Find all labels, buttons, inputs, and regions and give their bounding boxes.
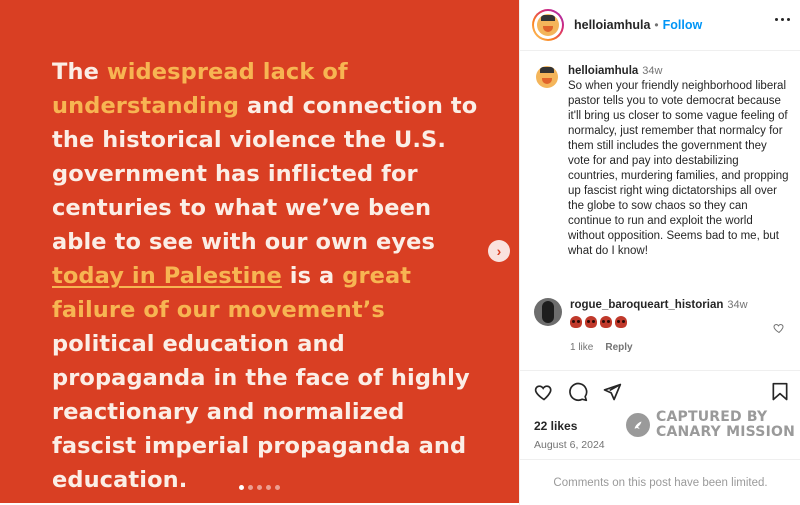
caption-text: So when your friendly neighborhood liber… bbox=[568, 80, 789, 257]
comment-text bbox=[570, 316, 748, 328]
caption-username[interactable]: helloiamhula bbox=[568, 65, 638, 77]
caption-time[interactable]: 34w bbox=[642, 65, 662, 77]
carousel-next-button[interactable]: › bbox=[488, 240, 510, 262]
carousel-dot bbox=[266, 485, 271, 490]
reply-button[interactable]: Reply bbox=[605, 340, 632, 355]
post-media: The widespread lack of understanding and… bbox=[0, 0, 519, 503]
post-side-panel: helloiamhula • Follow helloiamhula 34w So… bbox=[519, 0, 800, 505]
text-underlined-highlight: today in Palestine bbox=[52, 263, 282, 289]
bookmark-icon[interactable] bbox=[771, 382, 789, 402]
avatar[interactable] bbox=[532, 9, 564, 41]
heart-icon[interactable] bbox=[773, 322, 785, 334]
carousel-dot bbox=[275, 485, 280, 490]
profile-picture-icon bbox=[537, 14, 559, 36]
caption: helloiamhula 34w So when your friendly ne… bbox=[520, 52, 800, 259]
text-segment: is a bbox=[281, 263, 343, 289]
carousel-indicator bbox=[239, 485, 280, 490]
more-horizontal-icon[interactable] bbox=[775, 18, 790, 21]
header-username[interactable]: helloiamhula bbox=[574, 18, 650, 32]
text-segment: political education and propaganda in th… bbox=[52, 331, 470, 493]
comment-likes[interactable]: 1 like bbox=[570, 340, 593, 355]
caption-avatar[interactable] bbox=[534, 64, 560, 90]
comment-username[interactable]: rogue_baroqueart_historian bbox=[570, 299, 723, 311]
comments-limited-notice: Comments on this post have been limited. bbox=[520, 459, 800, 505]
comment-item: rogue_baroqueart_historian 34w 1 like Rep… bbox=[520, 298, 800, 355]
comment-icon[interactable] bbox=[568, 382, 588, 402]
comment-time[interactable]: 34w bbox=[727, 299, 747, 311]
skull-emoji-icon bbox=[600, 316, 612, 328]
carousel-dot bbox=[239, 485, 244, 490]
comment-avatar[interactable] bbox=[534, 298, 562, 326]
watermark-line-1: CAPTURED BY bbox=[656, 409, 768, 425]
comments-limited-text: Comments on this post have been limited. bbox=[553, 476, 768, 489]
watermark: CAPTURED BY CANARY MISSION bbox=[626, 410, 795, 440]
follow-button[interactable]: Follow bbox=[663, 18, 703, 32]
skull-emoji-icon bbox=[570, 316, 582, 328]
chevron-right-icon: › bbox=[496, 243, 502, 259]
skull-emoji-icon bbox=[615, 316, 627, 328]
skull-emoji-icon bbox=[585, 316, 597, 328]
canary-bird-icon bbox=[626, 413, 650, 437]
share-icon[interactable] bbox=[602, 382, 622, 402]
header-separator: • bbox=[654, 18, 659, 32]
post-date[interactable]: August 6, 2024 bbox=[534, 439, 789, 451]
watermark-line-2: CANARY MISSION bbox=[656, 424, 795, 440]
carousel-dot bbox=[257, 485, 262, 490]
post-image-text: The widespread lack of understanding and… bbox=[52, 55, 492, 497]
comments-section: helloiamhula 34w So when your friendly ne… bbox=[520, 52, 800, 370]
post-header: helloiamhula • Follow bbox=[520, 0, 800, 51]
carousel-dot bbox=[248, 485, 253, 490]
heart-icon[interactable] bbox=[534, 382, 554, 402]
profile-picture-icon bbox=[536, 66, 558, 88]
text-segment: The bbox=[52, 59, 107, 85]
